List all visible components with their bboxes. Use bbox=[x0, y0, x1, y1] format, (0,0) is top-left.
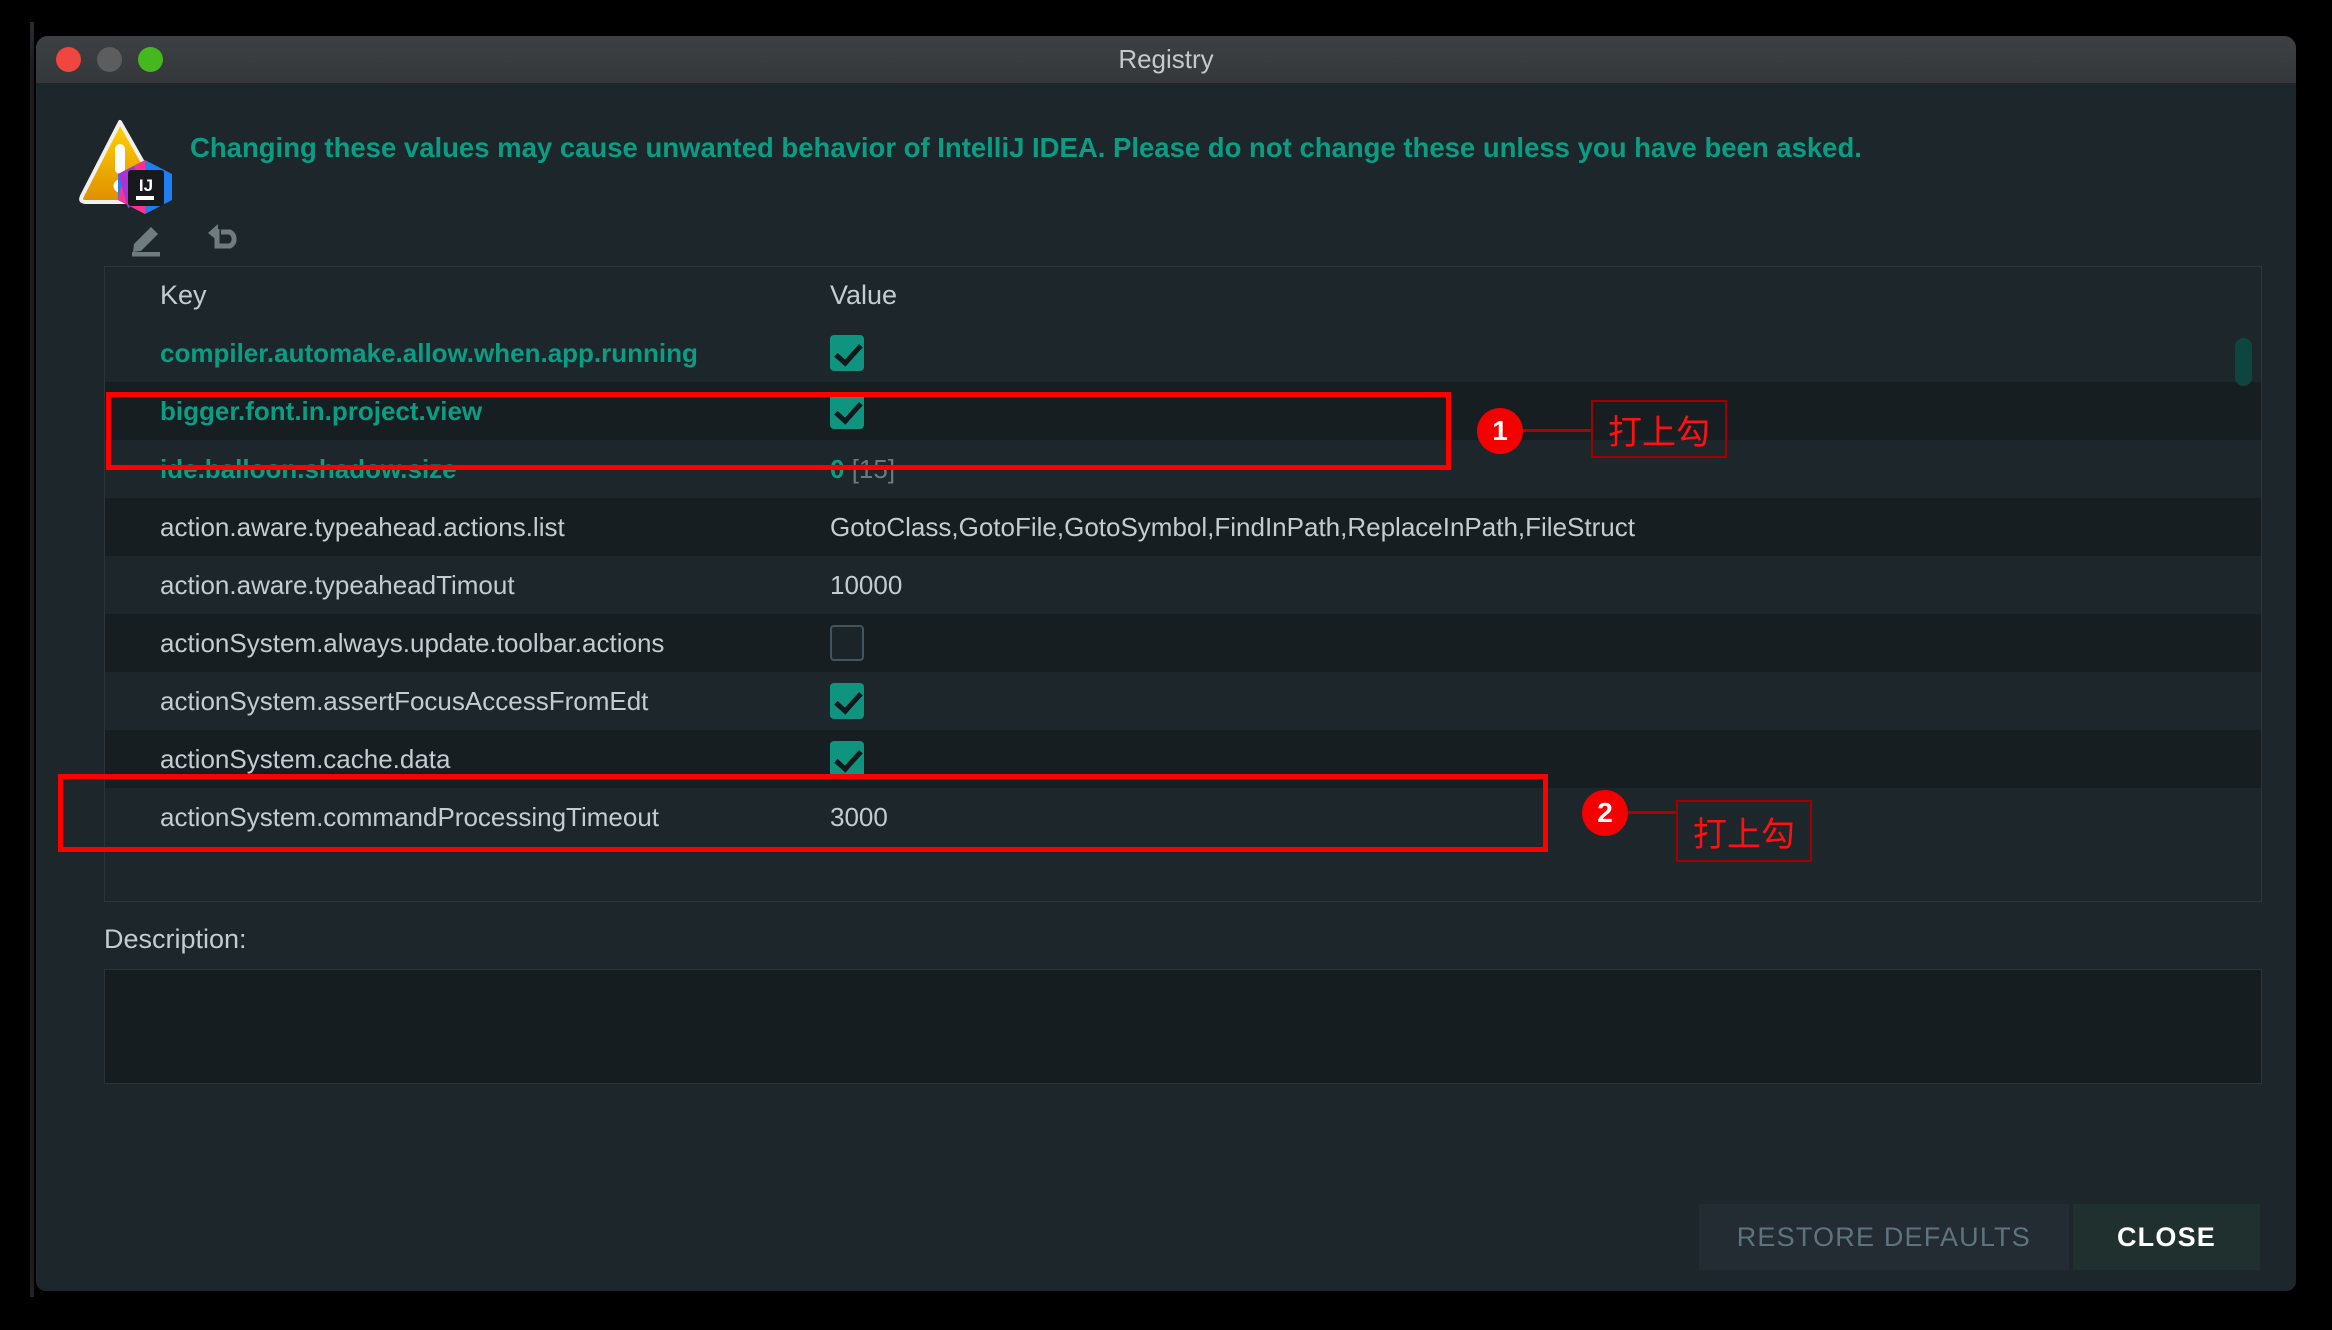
table-row[interactable]: actionSystem.assertFocusAccessFromEdt bbox=[105, 672, 2261, 730]
table-body: compiler.automake.allow.when.app.running… bbox=[105, 324, 2261, 846]
checkbox-unchecked[interactable] bbox=[830, 625, 864, 661]
dialog-body: IJ Changing these values may cause unwan… bbox=[36, 84, 2296, 1291]
warning-triangle-icon: IJ bbox=[76, 116, 174, 214]
background-window-edge-line bbox=[30, 22, 34, 1297]
table-row[interactable]: compiler.automake.allow.when.app.running bbox=[105, 324, 2261, 382]
dialog-footer: RESTORE DEFAULTS CLOSE bbox=[1698, 1204, 2260, 1270]
column-header-value[interactable]: Value bbox=[820, 280, 897, 311]
window-titlebar: Registry bbox=[36, 36, 2296, 84]
cell-value[interactable]: GotoClass,GotoFile,GotoSymbol,FindInPath… bbox=[820, 512, 2261, 543]
table-row[interactable]: actionSystem.commandProcessingTimeout 300… bbox=[105, 788, 2261, 846]
table-row[interactable]: bigger.font.in.project.view bbox=[105, 382, 2261, 440]
cell-key: actionSystem.commandProcessingTimeout bbox=[160, 801, 660, 832]
cell-key: actionSystem.cache.data bbox=[160, 743, 451, 774]
svg-text:IJ: IJ bbox=[139, 176, 153, 195]
table-row[interactable]: actionSystem.cache.data bbox=[105, 730, 2261, 788]
revert-icon[interactable] bbox=[200, 215, 246, 261]
description-textarea[interactable] bbox=[104, 969, 2262, 1084]
cell-key: action.aware.typeahead.actions.list bbox=[160, 511, 565, 542]
table-row[interactable]: ide.balloon.shadow.size 0 [15] bbox=[105, 440, 2261, 498]
table-header-row: Key Value bbox=[105, 267, 2261, 324]
warning-message: Changing these values may cause unwanted… bbox=[190, 132, 1862, 163]
registry-dialog: Registry IJ Changing these values may ca… bbox=[36, 36, 2296, 1291]
checkbox-checked[interactable] bbox=[830, 335, 864, 371]
cell-key: bigger.font.in.project.view bbox=[160, 395, 483, 426]
checkbox-checked[interactable] bbox=[830, 393, 864, 429]
cell-value[interactable] bbox=[820, 741, 2261, 777]
registry-table: Key Value compiler.automake.allow.when.a… bbox=[104, 266, 2262, 902]
window-title: Registry bbox=[1118, 44, 1214, 74]
cell-key: actionSystem.assertFocusAccessFromEdt bbox=[160, 685, 649, 716]
checkbox-checked[interactable] bbox=[830, 741, 864, 777]
column-header-key[interactable]: Key bbox=[105, 280, 820, 311]
cell-key: action.aware.typeaheadTimout bbox=[160, 569, 515, 600]
table-row[interactable]: action.aware.typeahead.actions.list GotoC… bbox=[105, 498, 2261, 556]
cell-value[interactable] bbox=[820, 393, 2261, 429]
intellij-idea-logo-icon: IJ bbox=[118, 160, 172, 214]
cell-value[interactable]: 10000 bbox=[820, 570, 2261, 601]
description-label: Description: bbox=[104, 924, 247, 954]
cell-key: actionSystem.always.update.toolbar.actio… bbox=[160, 627, 665, 658]
cell-value[interactable]: 3000 bbox=[820, 802, 2261, 833]
table-row[interactable]: action.aware.typeaheadTimout 10000 bbox=[105, 556, 2261, 614]
cell-value[interactable]: 0 [15] bbox=[820, 454, 2261, 485]
checkbox-checked[interactable] bbox=[830, 683, 864, 719]
table-scrollbar-track[interactable] bbox=[2235, 324, 2255, 895]
screen: Registry IJ Changing these values may ca… bbox=[0, 0, 2332, 1330]
warning-banner: IJ Changing these values may cause unwan… bbox=[36, 84, 2296, 214]
cell-value[interactable] bbox=[820, 335, 2261, 371]
close-button[interactable]: CLOSE bbox=[2072, 1204, 2260, 1270]
edit-icon[interactable] bbox=[124, 215, 170, 261]
registry-toolbar bbox=[36, 208, 2296, 266]
restore-defaults-button[interactable]: RESTORE DEFAULTS bbox=[1698, 1204, 2069, 1270]
cell-key: ide.balloon.shadow.size bbox=[160, 453, 457, 484]
table-scrollbar-thumb[interactable] bbox=[2235, 338, 2252, 386]
table-row[interactable]: actionSystem.always.update.toolbar.actio… bbox=[105, 614, 2261, 672]
cell-value[interactable] bbox=[820, 625, 2261, 661]
cell-default-value: [15] bbox=[844, 453, 896, 484]
cell-value[interactable] bbox=[820, 683, 2261, 719]
cell-key: compiler.automake.allow.when.app.running bbox=[160, 337, 698, 368]
